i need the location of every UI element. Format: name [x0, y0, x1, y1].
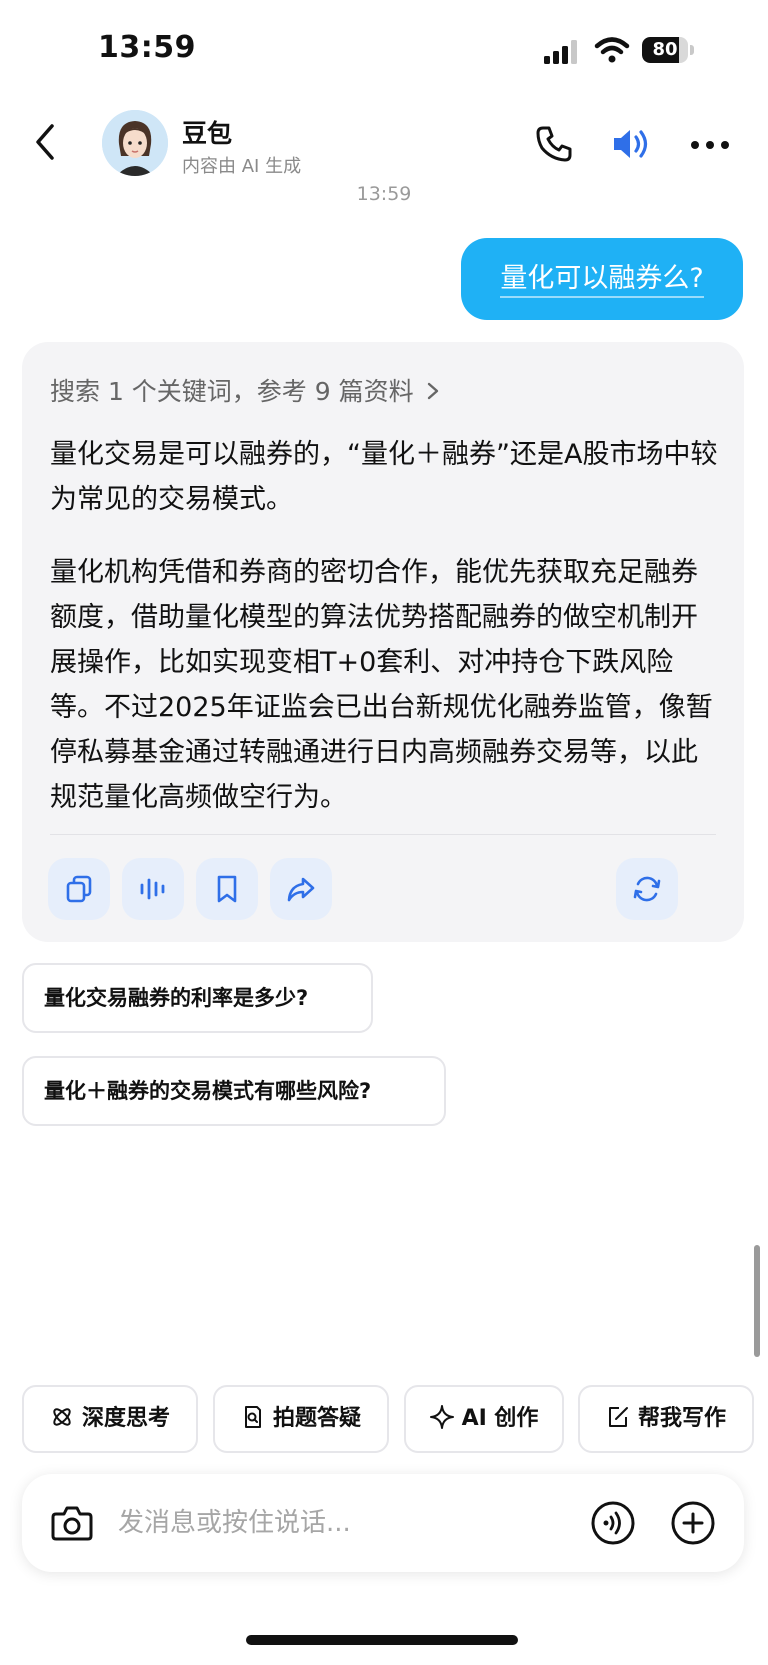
- plus-icon[interactable]: [670, 1500, 716, 1546]
- edit-icon: [608, 1407, 628, 1427]
- doc-search-icon: [244, 1406, 261, 1428]
- phone-icon[interactable]: [534, 124, 574, 164]
- home-indicator[interactable]: [246, 1635, 518, 1645]
- suggested-question[interactable]: 量化＋融券的交易模式有哪些风险?: [22, 1056, 446, 1126]
- atom-icon: [53, 1408, 71, 1426]
- deep-think-button[interactable]: 深度思考: [22, 1385, 198, 1453]
- regenerate-button[interactable]: [616, 858, 678, 920]
- chat-timestamp: 13:59: [356, 183, 412, 205]
- chat-header: 豆包 内容由 AI 生成: [0, 100, 768, 190]
- suggested-question[interactable]: 量化交易融券的利率是多少?: [22, 963, 373, 1033]
- quick-action-label: 帮我写作: [637, 1406, 726, 1431]
- bookmark-button[interactable]: [196, 858, 258, 920]
- message-composer: [22, 1474, 744, 1572]
- speaker-icon[interactable]: [610, 124, 654, 164]
- answer-card: 搜索 1 个关键词，参考 9 篇资料 量化交易是可以融券的，“量化＋融券”还是A…: [22, 342, 744, 942]
- camera-icon[interactable]: [50, 1501, 94, 1545]
- status-bar: 13:59 80: [0, 0, 768, 100]
- help-write-button[interactable]: 帮我写作: [578, 1385, 754, 1453]
- scrollbar[interactable]: [754, 1245, 760, 1357]
- answer-paragraph: 量化机构凭借和券商的密切合作，能优先获取充足融券额度，借助量化模型的算法优势搭配…: [50, 557, 713, 813]
- share-icon: [287, 877, 315, 902]
- battery-indicator: 80: [642, 37, 694, 63]
- voice-play-icon: [140, 878, 165, 900]
- voice-input-icon[interactable]: [590, 1500, 636, 1546]
- ai-create-button[interactable]: AI 创作: [404, 1385, 564, 1453]
- quick-action-label: 拍题答疑: [272, 1406, 361, 1431]
- quick-action-label: 深度思考: [81, 1406, 170, 1431]
- read-aloud-button[interactable]: [122, 858, 184, 920]
- user-message-bubble[interactable]: 量化可以融券么?: [461, 238, 743, 320]
- ai-generated-note: 内容由 AI 生成: [182, 156, 302, 177]
- message-input[interactable]: [118, 1498, 548, 1548]
- more-icon[interactable]: [690, 140, 730, 150]
- bookmark-icon: [217, 875, 237, 903]
- signal-icon: [544, 40, 577, 64]
- regenerate-icon: [633, 876, 661, 902]
- search-summary-link[interactable]: 搜索 1 个关键词，参考 9 篇资料: [50, 372, 440, 408]
- divider: [50, 834, 716, 835]
- avatar[interactable]: [102, 110, 168, 176]
- back-icon[interactable]: [30, 120, 60, 164]
- sparkle-icon: [429, 1405, 454, 1429]
- status-time: 13:59: [98, 30, 196, 65]
- share-button[interactable]: [270, 858, 332, 920]
- answer-paragraph: 量化交易是可以融券的，“量化＋融券”还是A股市场中较为常见的交易模式。: [50, 439, 718, 515]
- user-message-text: 量化可以融券么?: [500, 263, 704, 298]
- bot-name: 豆包: [182, 119, 233, 148]
- copy-icon: [66, 875, 92, 903]
- battery-level: 80: [652, 39, 678, 60]
- quick-action-label: AI 创作: [461, 1406, 539, 1431]
- photo-solve-button[interactable]: 拍题答疑: [213, 1385, 389, 1453]
- chevron-right-icon: [427, 382, 438, 400]
- wifi-icon: [594, 37, 630, 63]
- copy-button[interactable]: [48, 858, 110, 920]
- search-summary-text: 搜索 1 个关键词，参考 9 篇资料: [50, 377, 414, 406]
